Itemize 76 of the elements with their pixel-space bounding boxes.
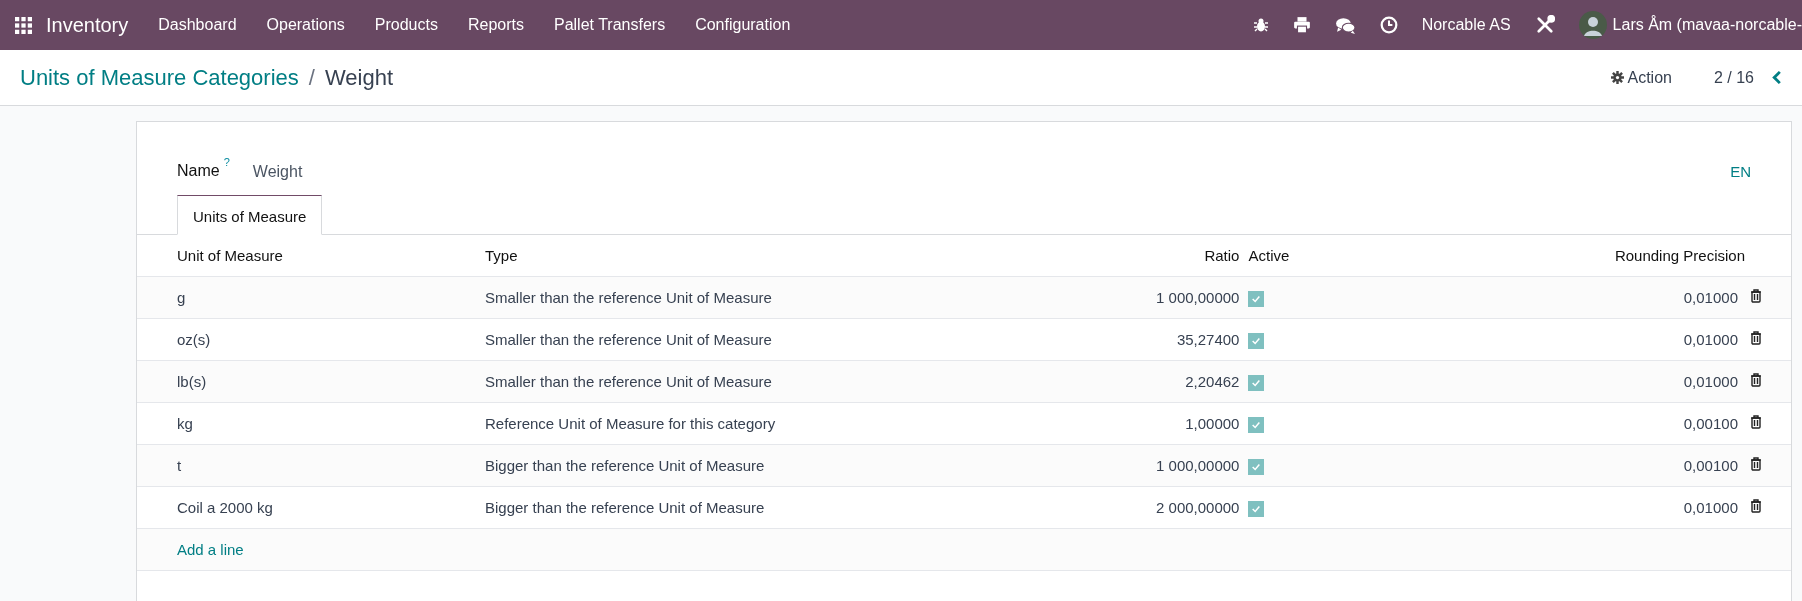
checkbox[interactable] xyxy=(1248,332,1265,349)
trash-icon[interactable] xyxy=(1750,457,1762,471)
table-cell: Bigger than the reference Unit of Measure xyxy=(485,457,765,474)
printer-icon[interactable] xyxy=(1292,16,1311,34)
table-cell: Smaller than the reference Unit of Measure xyxy=(485,331,772,348)
table-cell: 0,01000 xyxy=(1683,289,1738,306)
trash-icon[interactable] xyxy=(1750,499,1762,513)
menu-item[interactable]: Configuration xyxy=(695,16,791,34)
checkmark-icon xyxy=(1251,377,1262,388)
trash-icon[interactable] xyxy=(1750,373,1762,387)
table-cell: Bigger than the reference Unit of Measure xyxy=(485,499,765,516)
clock-icon[interactable] xyxy=(1379,16,1398,34)
trash-icon[interactable] xyxy=(1750,331,1762,345)
company-name[interactable]: Norcable AS xyxy=(1421,16,1511,34)
checkbox[interactable] xyxy=(1248,374,1265,391)
checkmark-icon xyxy=(1251,461,1262,472)
table-cell: 1,00000 xyxy=(1185,415,1240,432)
field-label: Name xyxy=(177,162,220,180)
checkmark-icon xyxy=(1251,335,1262,346)
language-link[interactable]: EN xyxy=(1730,162,1751,180)
menu-item[interactable]: Reports xyxy=(467,16,524,34)
menu-item[interactable]: Operations xyxy=(266,16,345,34)
table-cell: 2 000,00000 xyxy=(1156,499,1240,516)
column-header[interactable]: Ratio xyxy=(956,235,1248,277)
name-field[interactable]: Weight xyxy=(252,163,303,181)
column-header[interactable]: Type xyxy=(484,235,956,277)
table-cell: kg xyxy=(177,415,193,432)
checkbox[interactable] xyxy=(1248,290,1265,307)
column-header[interactable]: Unit of Measure xyxy=(137,235,484,277)
column-header[interactable]: Active xyxy=(1247,235,1330,277)
menu-item[interactable]: Pallet Transfers xyxy=(554,16,666,34)
avatar-icon[interactable] xyxy=(1578,11,1607,39)
help-mark[interactable]: ? xyxy=(223,156,230,168)
checkmark-icon xyxy=(1251,419,1262,430)
column-header[interactable]: Rounding Precision xyxy=(1329,235,1746,277)
menu-item[interactable]: Products xyxy=(374,16,438,34)
bug-icon[interactable] xyxy=(1252,17,1269,33)
table-cell: 0,00100 xyxy=(1683,457,1738,474)
table-cell: Coil a 2000 kg xyxy=(177,499,273,516)
checkbox[interactable] xyxy=(1248,416,1265,433)
trash-icon[interactable] xyxy=(1750,415,1762,429)
app-grid-icon[interactable] xyxy=(15,16,32,34)
table-cell: t xyxy=(177,457,182,474)
pager-value[interactable]: 2 / 16 xyxy=(1713,68,1754,87)
table-cell: 35,27400 xyxy=(1176,331,1240,348)
trash-icon[interactable] xyxy=(1750,289,1762,303)
checkbox[interactable] xyxy=(1248,458,1265,475)
action-button[interactable]: Action xyxy=(1606,64,1676,91)
table-cell: Smaller than the reference Unit of Measure xyxy=(485,289,772,306)
app-name[interactable]: Inventory xyxy=(46,13,129,37)
breadcrumb-link[interactable]: Units of Measure Categories xyxy=(20,64,299,91)
checkmark-icon xyxy=(1251,503,1262,514)
tab[interactable]: Units of Measure xyxy=(177,195,323,235)
checkmark-icon xyxy=(1251,293,1262,304)
previous-icon[interactable] xyxy=(1772,70,1782,85)
add-line-link[interactable]: Add a line xyxy=(177,541,244,558)
table-cell: 0,00100 xyxy=(1683,415,1738,432)
table-cell: 2,20462 xyxy=(1185,373,1240,390)
breadcrumb-current: Weight xyxy=(324,64,393,91)
table-cell: Smaller than the reference Unit of Measure xyxy=(485,373,772,390)
table-cell: g xyxy=(177,289,186,306)
gear-icon xyxy=(1610,71,1624,84)
table-cell: Reference Unit of Measure for this category xyxy=(485,415,776,432)
table-cell: 0,01000 xyxy=(1683,499,1738,516)
table-cell: oz(s) xyxy=(177,331,211,348)
table-cell: 0,01000 xyxy=(1683,373,1738,390)
breadcrumb-separator: / xyxy=(308,64,315,91)
user-name[interactable]: Lars Åm (mavaa-norcable- xyxy=(1612,16,1802,34)
tools-icon[interactable] xyxy=(1534,15,1555,35)
menu-item[interactable]: Dashboard xyxy=(158,16,237,34)
table-cell: 0,01000 xyxy=(1683,331,1738,348)
table-cell: lb(s) xyxy=(177,373,207,390)
table-cell: 1 000,00000 xyxy=(1156,457,1240,474)
checkbox[interactable] xyxy=(1248,500,1265,517)
chat-icon[interactable] xyxy=(1334,16,1356,34)
table-cell: 1 000,00000 xyxy=(1156,289,1240,306)
